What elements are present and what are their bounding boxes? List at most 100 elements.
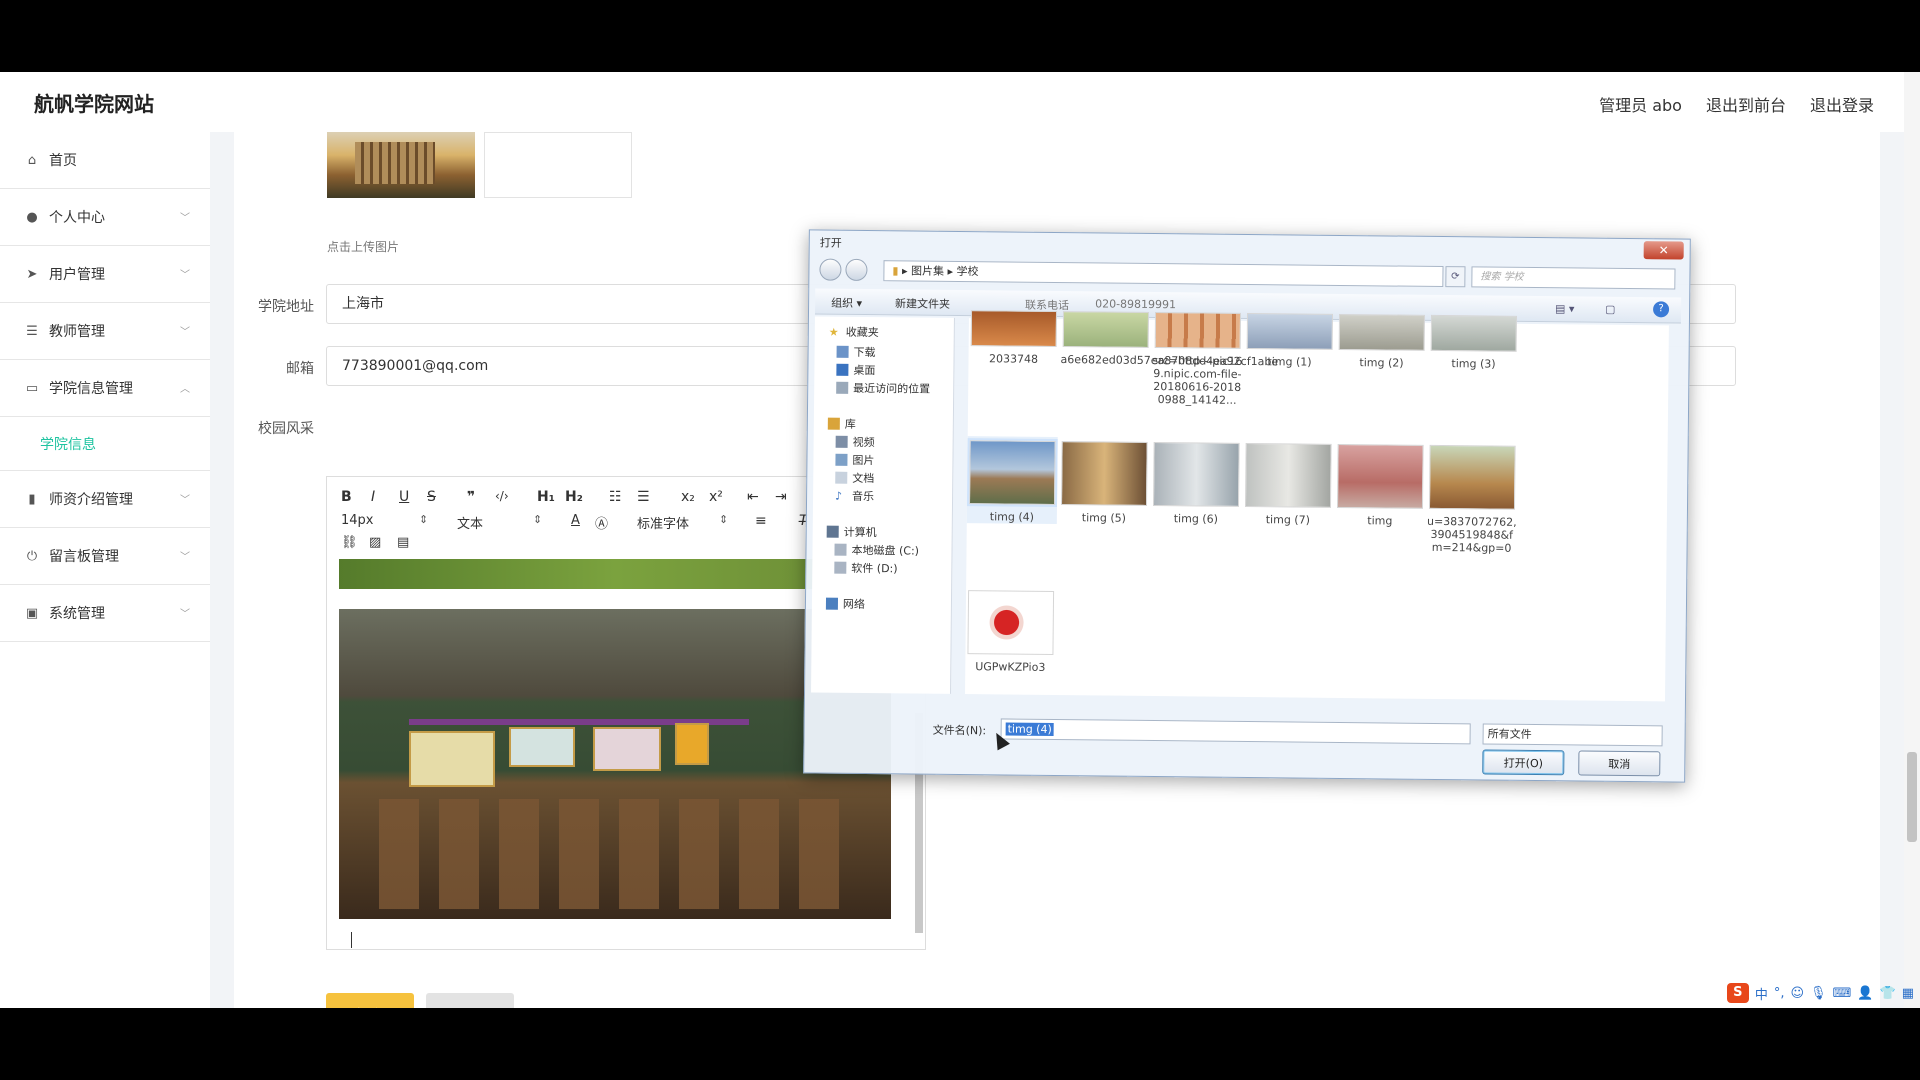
- indent-more-icon[interactable]: ⇥: [775, 489, 787, 505]
- file-open-dialog[interactable]: 打开 ✕ ▮ ▸ 图片集 ▸ 学校 ⟳ 搜索 学校 组织 ▾ 新建文件夹 联系电…: [803, 229, 1691, 783]
- file-item[interactable]: UGPwKZPio3: [965, 590, 1056, 674]
- file-item[interactable]: timg (7): [1243, 442, 1334, 527]
- nav-computer[interactable]: 计算机: [826, 523, 877, 542]
- file-item[interactable]: timg (6): [1151, 442, 1242, 526]
- code-icon[interactable]: ‹/›: [495, 489, 509, 503]
- file-item-selected[interactable]: timg (4): [966, 436, 1058, 525]
- sidebar-item-college-info[interactable]: ▭ 学院信息管理 ︿: [0, 360, 210, 417]
- strike-button[interactable]: S: [427, 489, 436, 505]
- nav-pictures[interactable]: 图片: [835, 451, 875, 469]
- admin-name[interactable]: 管理员 abo: [1599, 92, 1682, 116]
- dialog-cancel-button[interactable]: 取消: [1578, 750, 1661, 777]
- nav-disk-d[interactable]: 软件 (D:): [834, 559, 898, 578]
- h1-button[interactable]: H₁: [537, 489, 555, 505]
- preview-pane-icon[interactable]: ▢: [1605, 303, 1616, 316]
- organize-button[interactable]: 组织 ▾: [831, 295, 862, 311]
- italic-button[interactable]: I: [371, 489, 375, 505]
- file-item[interactable]: timg: [1335, 443, 1426, 528]
- logout-link[interactable]: 退出登录: [1810, 92, 1874, 116]
- filetype-select[interactable]: 所有文件: [1482, 723, 1663, 747]
- font-family-select[interactable]: 标准字体: [637, 513, 689, 532]
- image-icon[interactable]: ▨: [369, 535, 381, 550]
- sidebar-item-system[interactable]: ▣ 系统管理 ﹀: [0, 585, 210, 642]
- sidebar-item-profile[interactable]: ● 个人中心 ﹀: [0, 189, 210, 246]
- view-toggle-icon[interactable]: ▤ ▾: [1555, 302, 1575, 315]
- close-icon[interactable]: ✕: [1643, 241, 1684, 260]
- refresh-icon[interactable]: ⟳: [1445, 266, 1466, 288]
- nav-desktop[interactable]: 桌面: [836, 361, 875, 379]
- submit-button[interactable]: 提交: [326, 993, 414, 1008]
- site-brand[interactable]: 航帆学院网站: [34, 88, 154, 117]
- underline-button[interactable]: U: [399, 489, 409, 505]
- subscript-button[interactable]: x₂: [681, 489, 695, 505]
- nav-library[interactable]: 库: [827, 415, 856, 433]
- file-item[interactable]: src=http---pic169.nipic.com-file-2018061…: [1152, 312, 1243, 407]
- indent-less-icon[interactable]: ⇤: [747, 489, 759, 505]
- nav-downloads[interactable]: 下载: [836, 343, 876, 361]
- uploaded-image-thumbnail[interactable]: [327, 132, 475, 198]
- file-item[interactable]: a6e682ed03d57ea8708dd4ea92cf1abe: [1060, 311, 1278, 368]
- back-icon[interactable]: [819, 258, 842, 281]
- nav-favorites[interactable]: ★ 收藏夹: [829, 323, 879, 342]
- shirt-icon[interactable]: 👕: [1880, 986, 1896, 1001]
- to-front-link[interactable]: 退出到前台: [1706, 92, 1786, 116]
- open-button[interactable]: 打开(O): [1482, 749, 1565, 776]
- forward-icon[interactable]: [845, 258, 868, 282]
- upload-image-slot[interactable]: [484, 132, 632, 198]
- h2-button[interactable]: H₂: [565, 489, 583, 505]
- nav-music[interactable]: ♪ 音乐: [835, 487, 874, 505]
- page-scrollbar[interactable]: [1904, 72, 1920, 1008]
- chevron-down-icon: ﹀: [180, 213, 190, 224]
- sidebar-item-messages[interactable]: ⏻ 留言板管理 ﹀: [0, 528, 210, 585]
- video-icon: [835, 435, 848, 448]
- cancel-button[interactable]: 取消: [426, 993, 514, 1008]
- emoji-icon[interactable]: ☺: [1790, 986, 1804, 1001]
- nav-local-disk-c[interactable]: 本地磁盘 (C:): [834, 541, 919, 560]
- file-item[interactable]: u=3837072762,3904519848&fm=214&gp=0: [1427, 444, 1518, 555]
- superscript-button[interactable]: x²: [709, 489, 723, 505]
- background-color-icon[interactable]: Ⓐ: [595, 513, 608, 532]
- sidebar-item-faculty[interactable]: ▮ 师资介绍管理 ﹀: [0, 471, 210, 528]
- nav-recent[interactable]: 最近访问的位置: [836, 379, 930, 398]
- chevron-down-icon: ﹀: [180, 609, 190, 620]
- filename-input[interactable]: timg (4): [1000, 718, 1471, 745]
- ordered-list-icon[interactable]: ☷: [609, 489, 622, 505]
- ime-language[interactable]: 中: [1755, 984, 1768, 1003]
- keyboard-icon[interactable]: ⌨: [1833, 986, 1852, 1001]
- sidebar-item-home[interactable]: ⌂ 首页: [0, 132, 210, 189]
- video-icon[interactable]: ▤: [397, 535, 409, 550]
- breadcrumb-school[interactable]: 学校: [956, 265, 978, 278]
- breadcrumb-pictures[interactable]: 图片集: [911, 264, 944, 277]
- grid-icon[interactable]: ▦: [1902, 986, 1914, 1001]
- microphone-icon[interactable]: 🎙: [1810, 986, 1827, 1001]
- quote-icon[interactable]: ❞: [467, 489, 475, 505]
- home-icon: ⌂: [27, 152, 37, 168]
- user-icon[interactable]: 👤: [1857, 986, 1873, 1001]
- file-item[interactable]: timg (1): [1244, 312, 1335, 369]
- font-size-select[interactable]: 14px: [341, 513, 374, 528]
- address-bar[interactable]: ▮ ▸ 图片集 ▸ 学校: [883, 260, 1444, 288]
- text-style-select[interactable]: 文本: [457, 513, 483, 532]
- new-folder-button[interactable]: 新建文件夹: [895, 295, 950, 312]
- align-left-icon[interactable]: ≡: [755, 513, 767, 529]
- sogou-logo-icon[interactable]: S: [1726, 983, 1749, 1003]
- bold-button[interactable]: B: [341, 489, 352, 505]
- bullet-list-icon[interactable]: ☰: [637, 489, 650, 505]
- file-item[interactable]: timg (2): [1336, 313, 1427, 370]
- submenu-item-college-info[interactable]: 学院信息: [0, 417, 210, 471]
- help-icon[interactable]: ?: [1652, 301, 1670, 318]
- sidebar-item-users[interactable]: ➤ 用户管理 ﹀: [0, 246, 210, 303]
- nav-documents[interactable]: 文档: [835, 469, 874, 487]
- punctuation-icon[interactable]: °,: [1774, 986, 1785, 1001]
- desktop-icon: [836, 363, 849, 376]
- file-item[interactable]: timg (3): [1428, 314, 1519, 371]
- nav-videos[interactable]: 视频: [835, 433, 875, 451]
- file-item[interactable]: timg (5): [1059, 441, 1150, 525]
- nav-network[interactable]: 网络: [825, 595, 865, 613]
- sidebar-item-teachers[interactable]: ☰ 教师管理 ﹀: [0, 303, 210, 360]
- link-icon[interactable]: ⛓: [341, 535, 358, 550]
- dialog-search-input[interactable]: 搜索 学校: [1471, 266, 1676, 290]
- font-color-button[interactable]: A: [571, 513, 580, 528]
- file-item[interactable]: 2033748: [968, 310, 1059, 366]
- monitor-icon: ▣: [25, 605, 39, 621]
